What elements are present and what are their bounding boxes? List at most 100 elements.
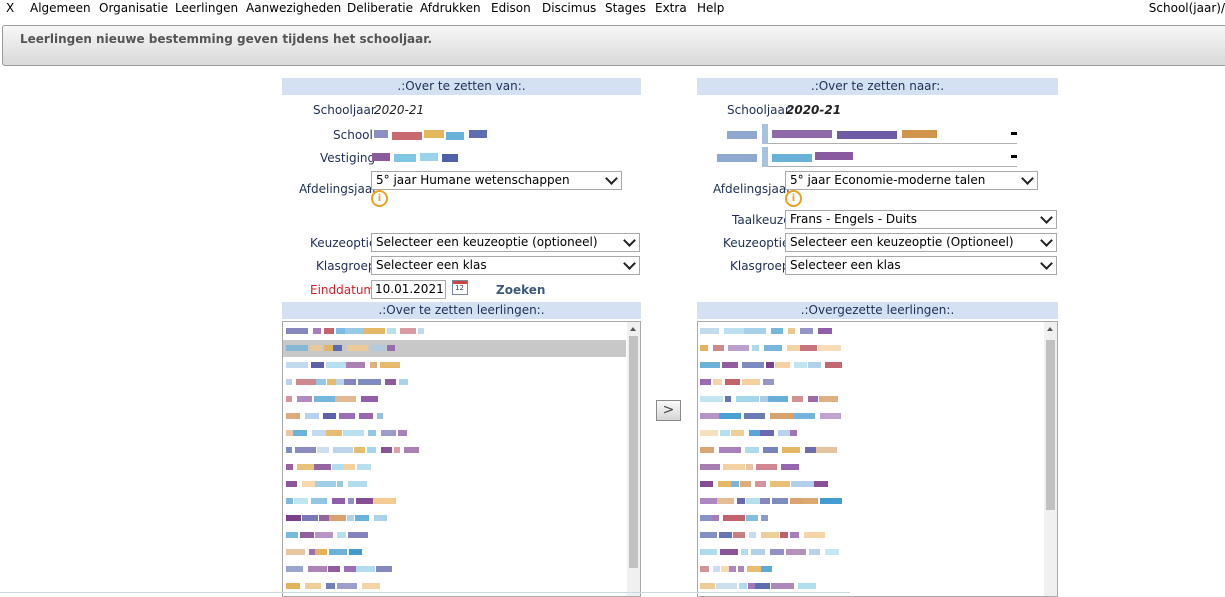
move-right-button[interactable]: > <box>656 400 681 421</box>
list-item[interactable] <box>283 408 626 425</box>
redacted-name-fragment <box>746 498 760 504</box>
menu-item-discimus[interactable]: Discimus <box>542 1 596 15</box>
list-item[interactable] <box>283 476 626 493</box>
redacted-name-fragment <box>343 464 355 470</box>
redacted-name-fragment <box>315 481 336 487</box>
redacted-name-fragment <box>808 396 818 402</box>
list-item[interactable] <box>283 374 626 391</box>
chevron-down-icon <box>1040 257 1053 270</box>
redacted-name-fragment <box>800 328 813 334</box>
to-school-value-redacted <box>727 124 1027 144</box>
menu-item-organisatie[interactable]: Organisatie <box>99 1 168 15</box>
redacted-name-fragment <box>729 566 736 572</box>
list-item[interactable] <box>698 510 1043 527</box>
redacted-name-fragment <box>315 532 333 538</box>
redacted-name-fragment <box>744 413 765 419</box>
chevron-down-icon <box>605 172 618 185</box>
list-item[interactable] <box>698 391 1043 408</box>
to-schooljaar-value: 2020-21 <box>786 103 842 117</box>
menu-item-extra[interactable]: Extra <box>655 1 687 15</box>
scrollbar-thumb[interactable] <box>629 336 638 568</box>
redacted-name-fragment <box>297 396 312 402</box>
calendar-icon[interactable]: 12 <box>452 280 468 295</box>
to-keuzeoptie-select[interactable]: Selecteer een keuzeoptie (Optioneel) <box>785 233 1057 252</box>
to-klasgroep-select[interactable]: Selecteer een klas <box>785 256 1057 275</box>
redacted-name-fragment <box>798 583 816 589</box>
redacted-name-fragment <box>381 447 392 453</box>
list-item[interactable] <box>698 323 1043 340</box>
scroll-up-arrow-icon[interactable] <box>630 327 636 331</box>
target-student-list[interactable] <box>697 321 1058 597</box>
list-item[interactable] <box>698 527 1043 544</box>
to-taalkeuze-select[interactable]: Frans - Engels - Duits <box>785 210 1057 229</box>
from-keuzeoptie-select[interactable]: Selecteer een keuzeoptie (optioneel) <box>371 233 640 252</box>
list-item[interactable] <box>698 425 1043 442</box>
menu-item-deliberatie[interactable]: Deliberatie <box>347 1 413 15</box>
redacted-name-fragment <box>731 481 739 487</box>
menu-item-edison[interactable]: Edison <box>491 1 531 15</box>
list-item[interactable] <box>283 527 626 544</box>
list-item[interactable] <box>698 374 1043 391</box>
redacted-name-fragment <box>302 481 315 487</box>
list-item[interactable] <box>283 340 626 357</box>
menu-item-close[interactable]: X <box>6 1 14 15</box>
einddatum-input[interactable]: 10.01.2021 <box>371 280 446 299</box>
from-klasgroep-select[interactable]: Selecteer een klas <box>371 256 640 275</box>
redacted-name-fragment <box>286 549 305 555</box>
source-list-scrollbar[interactable] <box>627 322 640 596</box>
redacted-name-fragment <box>719 413 741 419</box>
menu-item-aanwezigheden[interactable]: Aanwezigheden <box>246 1 341 15</box>
redacted-name-fragment <box>286 515 301 521</box>
to-section-header: .:Over te zetten naar:. <box>697 78 1058 95</box>
menu-item-leerlingen[interactable]: Leerlingen <box>175 1 238 15</box>
list-item[interactable] <box>698 493 1043 510</box>
redacted-name-fragment <box>725 379 740 385</box>
list-item[interactable] <box>283 561 626 578</box>
school-year-indicator[interactable]: School(jaar)/ <box>1149 1 1225 15</box>
list-item[interactable] <box>698 340 1043 357</box>
redacted-name-fragment <box>286 583 300 589</box>
redacted-name-fragment <box>803 498 818 504</box>
list-item[interactable] <box>283 323 626 340</box>
redacted-name-fragment <box>809 549 820 555</box>
info-circle-icon[interactable]: i <box>371 190 388 207</box>
list-item[interactable] <box>698 561 1043 578</box>
list-item[interactable] <box>283 357 626 374</box>
redacted-name-fragment <box>820 498 842 504</box>
redacted-name-fragment <box>286 328 308 334</box>
menu-item-afdrukken[interactable]: Afdrukken <box>420 1 481 15</box>
scroll-up-arrow-icon[interactable] <box>1047 327 1053 331</box>
target-list-scrollbar[interactable] <box>1044 322 1057 596</box>
from-afdelingsjaar-select[interactable]: 5° jaar Humane wetenschappen <box>371 171 622 190</box>
menu-item-help[interactable]: Help <box>697 1 724 15</box>
list-item[interactable] <box>283 510 626 527</box>
redacted-name-fragment <box>286 532 298 538</box>
menu-item-stages[interactable]: Stages <box>605 1 646 15</box>
redacted-name-fragment <box>770 481 790 487</box>
target-list-header: .:Overgezette leerlingen:. <box>697 302 1058 319</box>
menu-item-algemeen[interactable]: Algemeen <box>30 1 91 15</box>
list-item[interactable] <box>283 425 626 442</box>
list-item[interactable] <box>698 357 1043 374</box>
list-item[interactable] <box>698 408 1043 425</box>
redacted-name-fragment <box>749 532 756 538</box>
list-item[interactable] <box>698 442 1043 459</box>
redacted-name-fragment <box>780 532 788 538</box>
list-item[interactable] <box>283 493 626 510</box>
list-item[interactable] <box>698 544 1043 561</box>
zoeken-link[interactable]: Zoeken <box>496 283 545 297</box>
list-item[interactable] <box>698 476 1043 493</box>
list-item[interactable] <box>283 391 626 408</box>
redacted-name-fragment <box>717 498 734 504</box>
redacted-name-fragment <box>349 549 362 555</box>
list-item[interactable] <box>283 544 626 561</box>
to-afdelingsjaar-select[interactable]: 5° jaar Economie-moderne talen <box>785 171 1038 190</box>
redacted-name-fragment <box>324 328 334 334</box>
list-item[interactable] <box>283 459 626 476</box>
redacted-name-fragment <box>700 396 723 402</box>
scrollbar-thumb[interactable] <box>1046 340 1055 510</box>
source-student-list[interactable] <box>282 321 641 597</box>
list-item[interactable] <box>698 459 1043 476</box>
info-circle-icon[interactable]: i <box>785 190 802 207</box>
list-item[interactable] <box>283 442 626 459</box>
